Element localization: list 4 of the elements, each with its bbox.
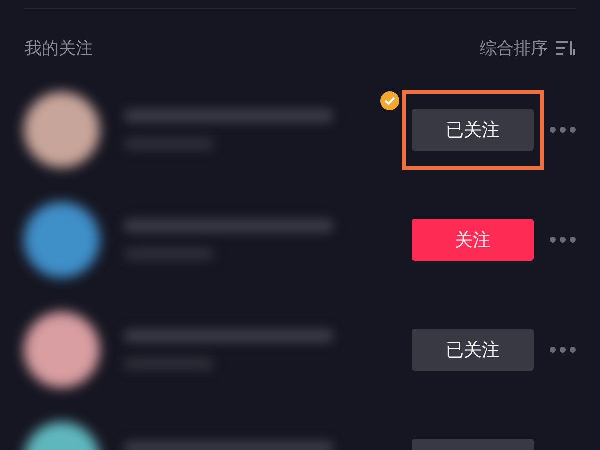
following-button[interactable]: 已关注 bbox=[412, 109, 534, 151]
sort-option[interactable]: 综合排序 bbox=[480, 36, 548, 60]
following-button[interactable]: 已关注 bbox=[412, 329, 534, 371]
section-title: 我的关注 bbox=[25, 38, 93, 60]
